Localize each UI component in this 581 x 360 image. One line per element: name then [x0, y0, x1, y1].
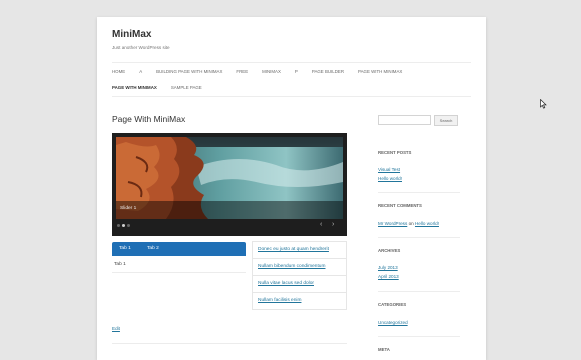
- archive-link[interactable]: July 2013: [378, 265, 398, 270]
- tab-2[interactable]: Tab 2: [147, 246, 159, 251]
- site-title[interactable]: MiniMax: [112, 29, 151, 40]
- comment-author-link[interactable]: Mr WordPress: [378, 221, 407, 226]
- nav-item-free[interactable]: FREE: [236, 69, 248, 74]
- mouse-pointer-icon: [540, 99, 547, 109]
- list-item: Nullam bibendum condimentum: [253, 259, 346, 276]
- search-button[interactable]: Search: [434, 115, 458, 126]
- content-divider: [112, 343, 347, 344]
- nav-divider-top: [112, 62, 471, 63]
- recent-post-link[interactable]: Visual Test: [378, 167, 400, 172]
- tabs-divider: [112, 272, 246, 273]
- recent-comment: Mr WordPress on Hello world!: [378, 221, 439, 226]
- main-nav-row-2: PAGE WITH MINIMAX SAMPLE PAGE: [112, 85, 216, 90]
- nav-item-building-page[interactable]: BUILDING PAGE WITH MINIMAX: [156, 69, 222, 74]
- nav-item-a[interactable]: A: [139, 69, 142, 74]
- list-link[interactable]: Nulla vitae lacus sed dolor: [258, 281, 314, 286]
- widget-divider: [378, 192, 460, 193]
- search-input[interactable]: [378, 115, 431, 125]
- nav-item-page-with-minimax[interactable]: PAGE WITH MINIMAX: [358, 69, 402, 74]
- comment-post-link[interactable]: Hello world!: [415, 221, 439, 226]
- widget-divider: [378, 237, 460, 238]
- nav-item-home[interactable]: HOME: [112, 69, 125, 74]
- widget-title-archives: ARCHIVES: [378, 248, 401, 253]
- widget-divider: [378, 291, 460, 292]
- nav-item-page-with-minimax-current[interactable]: PAGE WITH MINIMAX: [112, 85, 157, 90]
- slider-dot[interactable]: [117, 224, 120, 227]
- slider-pagination: [117, 224, 130, 227]
- archive-link[interactable]: April 2013: [378, 274, 399, 279]
- list-item: Nulla vitae lacus sed dolor: [253, 276, 346, 293]
- chevron-left-icon[interactable]: ‹: [320, 221, 322, 228]
- slide-caption-text: Slider 1: [120, 206, 137, 211]
- nav-item-sample-page[interactable]: SAMPLE PAGE: [171, 85, 202, 90]
- list-link[interactable]: Nullam bibendum condimentum: [258, 264, 325, 269]
- slide-caption: Slider 1: [116, 201, 343, 219]
- widget-title-recent-posts: RECENT POSTS: [378, 150, 412, 155]
- page-title: Page With MiniMax: [112, 114, 186, 124]
- site-description: Just another WordPress site: [112, 45, 170, 50]
- category-link[interactable]: Uncategorized: [378, 320, 408, 325]
- slider-dot[interactable]: [127, 224, 130, 227]
- edit-link[interactable]: Edit: [112, 326, 120, 331]
- comment-on-text: on: [408, 221, 414, 226]
- list-item: Nullam facilisis enim: [253, 293, 346, 309]
- widget-title-categories: CATEGORIES: [378, 302, 407, 307]
- nav-item-page-builder[interactable]: PAGE BUILDER: [312, 69, 344, 74]
- page-container: MiniMax Just another WordPress site HOME…: [97, 17, 486, 360]
- nav-item-p[interactable]: P: [295, 69, 298, 74]
- widget-title-meta: META: [378, 347, 390, 352]
- list-item: Donec eu justo at quam hendrerit: [253, 242, 346, 259]
- slider-dot-active[interactable]: [122, 224, 125, 227]
- tabs-bar: Tab 1 Tab 2: [112, 242, 246, 256]
- image-slider[interactable]: Slider 1 ‹ ›: [112, 133, 347, 236]
- chevron-right-icon[interactable]: ›: [332, 221, 334, 228]
- tab-1[interactable]: Tab 1: [119, 246, 131, 251]
- nav-item-minimax[interactable]: MINIMAX: [262, 69, 281, 74]
- main-nav-row-1: HOME A BUILDING PAGE WITH MINIMAX FREE M…: [112, 69, 416, 74]
- widget-divider: [378, 336, 460, 337]
- links-list: Donec eu justo at quam hendrerit Nullam …: [252, 241, 347, 310]
- nav-divider-bottom: [112, 96, 471, 97]
- widget-title-recent-comments: RECENT COMMENTS: [378, 203, 422, 208]
- tab-content: Tab 1: [114, 262, 126, 267]
- list-link[interactable]: Donec eu justo at quam hendrerit: [258, 247, 329, 252]
- recent-post-link[interactable]: Hello world!: [378, 176, 402, 181]
- list-link[interactable]: Nullam facilisis enim: [258, 298, 301, 303]
